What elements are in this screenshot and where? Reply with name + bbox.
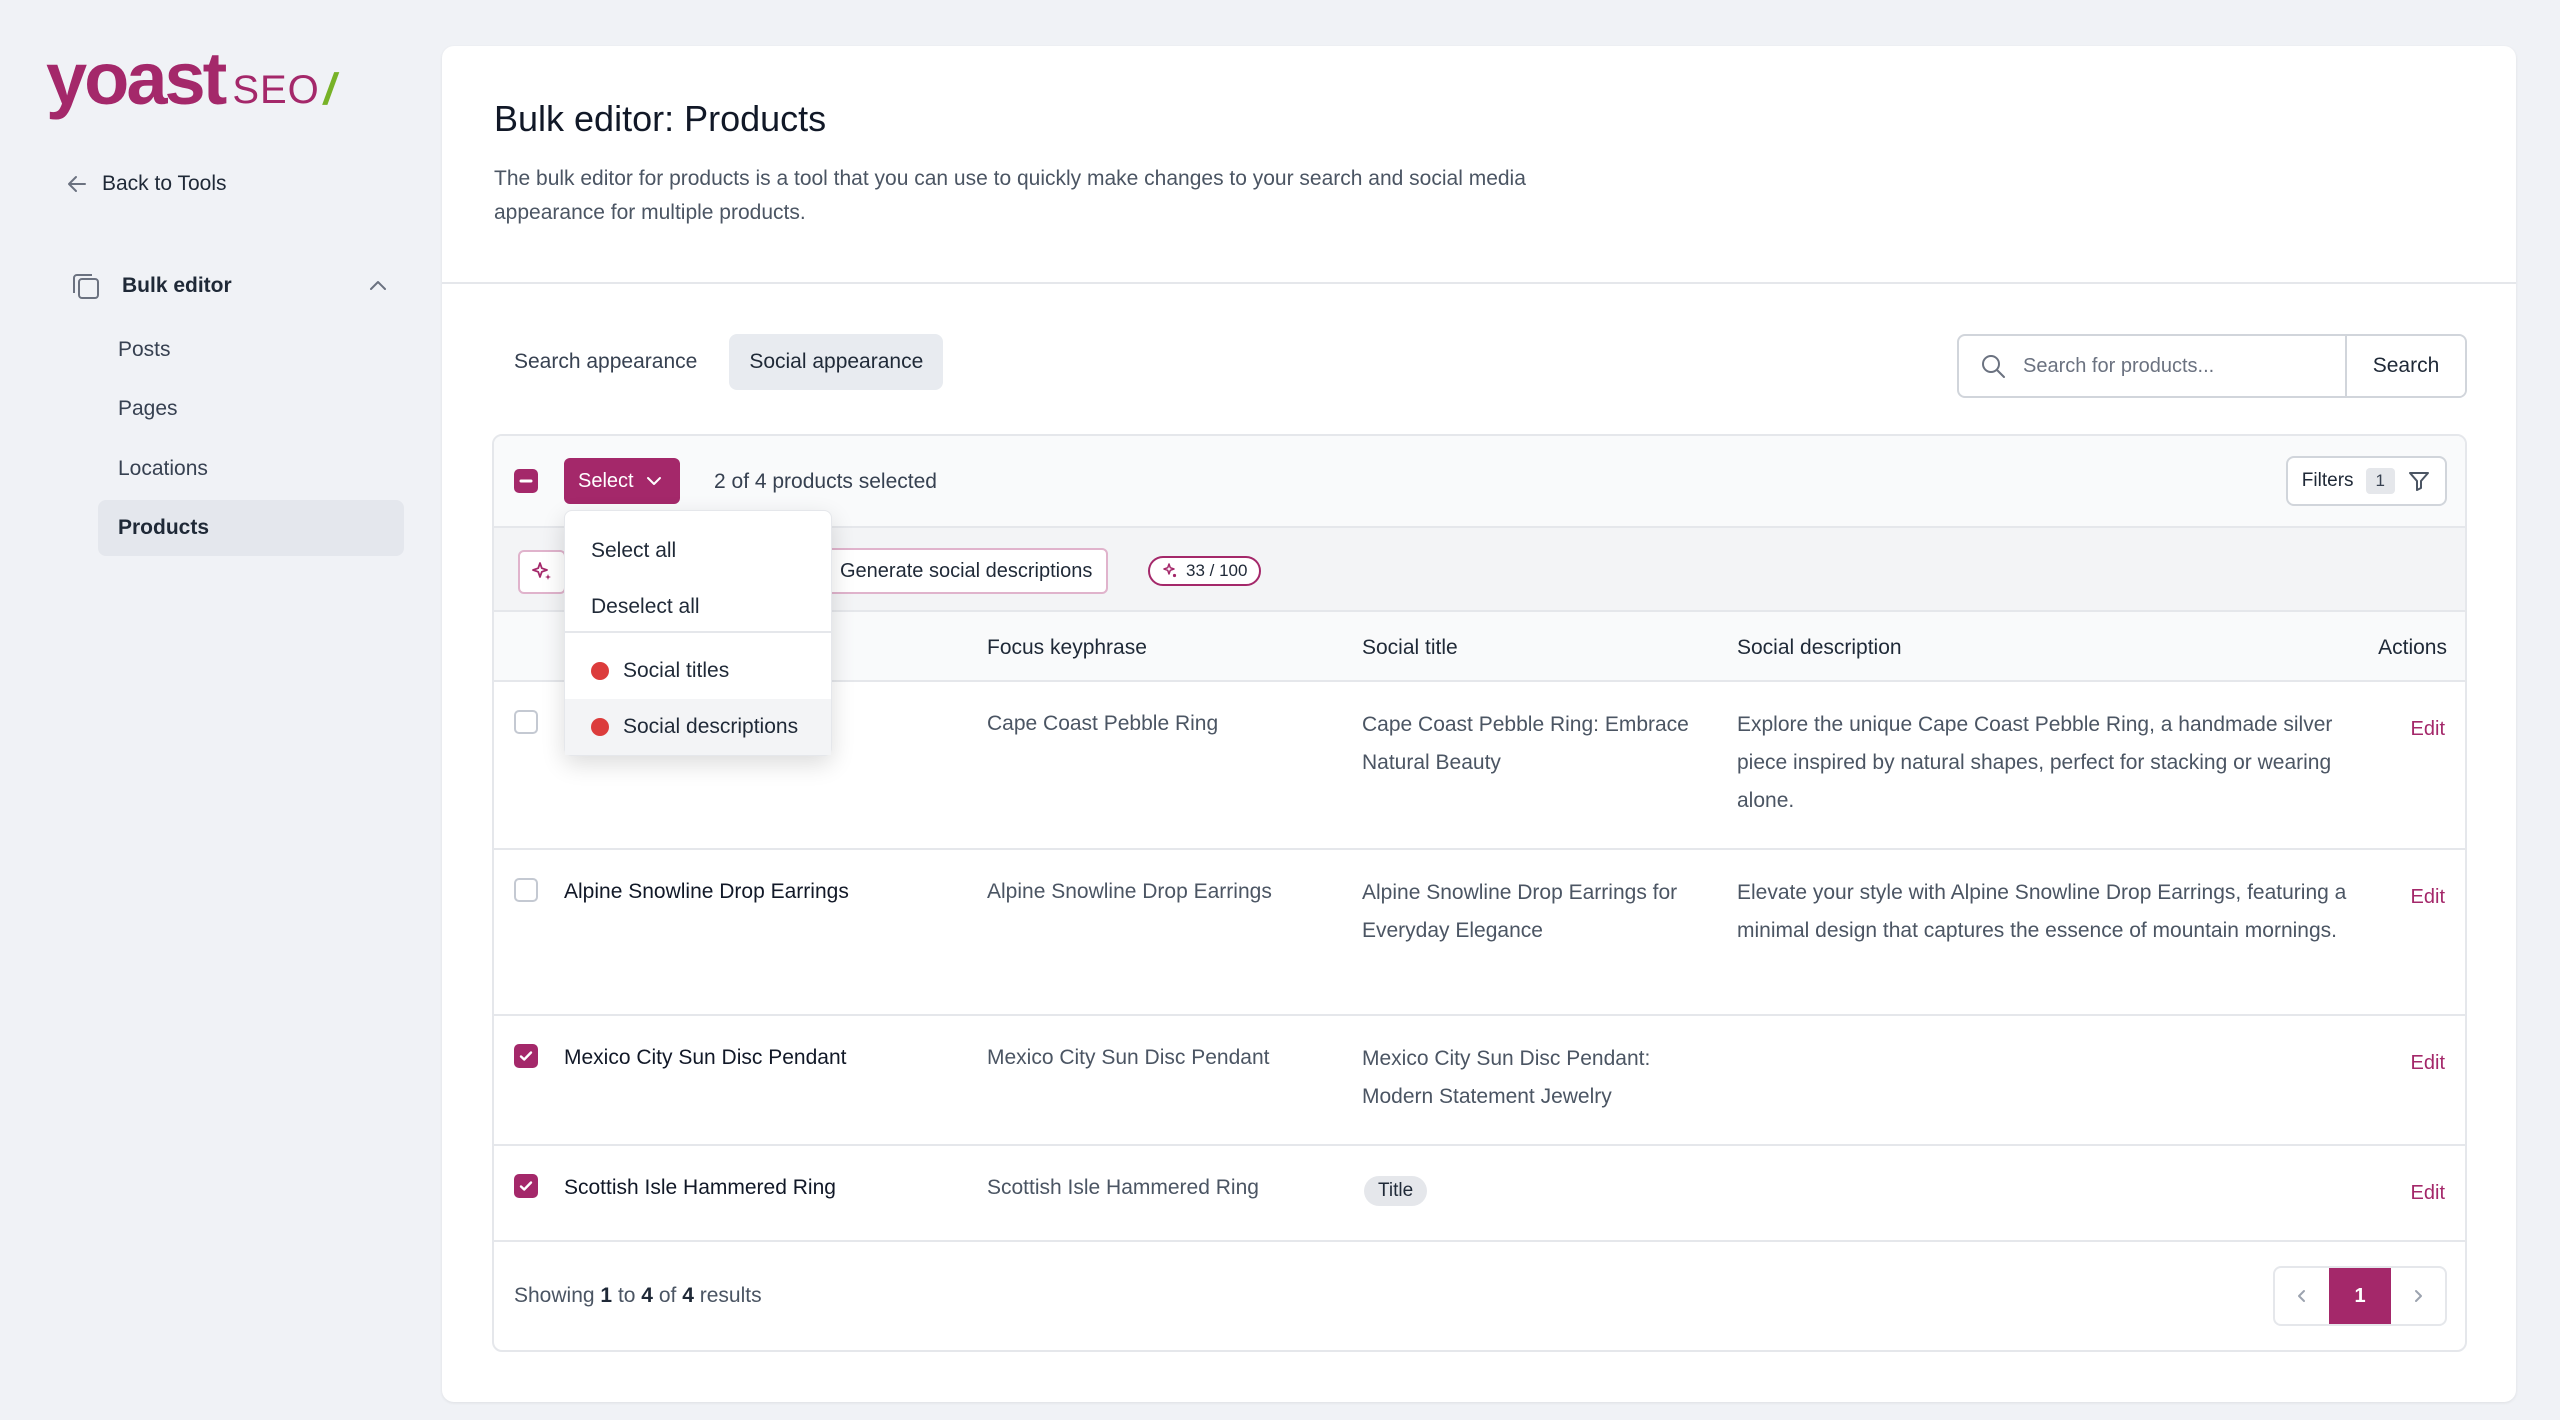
logo-slash: / — [319, 65, 341, 114]
previous-page-button[interactable] — [2275, 1268, 2329, 1324]
filter-icon — [2407, 469, 2431, 493]
search-icon — [1979, 352, 2007, 380]
menu-divider — [565, 631, 831, 633]
filters-button[interactable]: Filters 1 — [2285, 456, 2447, 506]
select-dropdown-button[interactable]: Select — [564, 458, 680, 504]
edit-link[interactable]: Edit — [2411, 718, 2445, 741]
copy-icon — [70, 270, 102, 302]
results-summary: Showing 1 to 4 of 4 results — [514, 1284, 762, 1308]
select-all-checkbox[interactable] — [514, 469, 538, 493]
menu-item-select-all[interactable]: Select all — [565, 523, 831, 579]
status-dot-icon — [591, 718, 609, 736]
results-showing-label: Showing — [514, 1284, 595, 1307]
social-description: Explore the unique Cape Coast Pebble Rin… — [1737, 713, 2333, 812]
menu-item-social-titles[interactable]: Social titles — [565, 643, 831, 699]
results-from: 1 — [600, 1284, 613, 1307]
page-title: Bulk editor: Products — [494, 98, 827, 139]
focus-keyphrase: Mexico City Sun Disc Pendant — [987, 1046, 1270, 1069]
row-checkbox[interactable] — [514, 878, 538, 902]
filters-label: Filters — [2301, 470, 2354, 491]
row-checkbox[interactable] — [514, 710, 538, 734]
edit-link[interactable]: Edit — [2411, 1182, 2445, 1205]
social-title: Mexico City Sun Disc Pendant: Modern Sta… — [1362, 1047, 1651, 1108]
sidebar-item-pages[interactable]: Pages — [98, 381, 404, 437]
product-name: Scottish Isle Hammered Ring — [564, 1176, 836, 1199]
page-description: The bulk editor for products is a tool t… — [494, 167, 1526, 224]
menu-item-social-descriptions[interactable]: Social descriptions — [565, 699, 831, 755]
menu-item-label: Social descriptions — [623, 715, 799, 738]
focus-keyphrase: Alpine Snowline Drop Earrings — [987, 880, 1272, 903]
sparkles-icon — [531, 561, 553, 583]
menu-item-label: Deselect all — [591, 595, 700, 618]
menu-item-label: Social titles — [623, 659, 730, 682]
chevron-down-icon — [644, 471, 664, 491]
social-description: Elevate your style with Alpine Snowline … — [1737, 881, 2347, 942]
select-button-label: Select — [578, 469, 634, 492]
social-title: Alpine Snowline Drop Earrings for Everyd… — [1362, 881, 1678, 942]
chevron-left-icon — [2293, 1287, 2311, 1305]
sidebar-group-bulk-editor[interactable]: Bulk editor — [70, 266, 390, 306]
table-row: Alpine Snowline Drop Earrings Alpine Sno… — [494, 850, 2465, 1016]
column-social-description: Social description — [1737, 636, 1902, 659]
back-to-tools-link[interactable]: Back to Tools — [66, 172, 227, 196]
yoast-seo-logo: yoast SEO / — [46, 37, 341, 120]
column-actions: Actions — [2378, 636, 2447, 659]
product-name: Alpine Snowline Drop Earrings — [564, 880, 849, 903]
menu-item-label: Select all — [591, 539, 677, 562]
logo-seo: SEO — [232, 68, 320, 112]
results-label: results — [699, 1284, 762, 1307]
table-row: Mexico City Sun Disc Pendant Mexico City… — [494, 1016, 2465, 1146]
select-dropdown-menu: Select all Deselect all Social titles So… — [564, 510, 832, 756]
results-to-label: to — [617, 1284, 636, 1307]
header-divider — [442, 282, 2516, 284]
chevron-up-icon[interactable] — [366, 274, 390, 298]
search-input-wrap — [1959, 336, 2345, 396]
results-to: 4 — [641, 1284, 653, 1307]
ai-generate-titles-button[interactable] — [518, 550, 566, 594]
chevron-right-icon — [2409, 1287, 2427, 1305]
sidebar-group-label: Bulk editor — [122, 274, 232, 297]
logo-wordmark: yoast — [46, 37, 227, 120]
ai-usage-value: 33 / 100 — [1186, 561, 1248, 580]
arrow-left-icon — [66, 173, 88, 195]
search-button[interactable]: Search — [2345, 336, 2465, 396]
results-of-label: of — [658, 1284, 677, 1307]
results-total: 4 — [682, 1284, 694, 1307]
generate-button-label: Generate social descriptions — [840, 559, 1093, 582]
edit-link[interactable]: Edit — [2411, 1052, 2445, 1075]
tab-search-appearance[interactable]: Search appearance — [494, 334, 717, 390]
focus-keyphrase: Scottish Isle Hammered Ring — [987, 1176, 1259, 1199]
focus-keyphrase: Cape Coast Pebble Ring — [987, 712, 1219, 735]
next-page-button[interactable] — [2391, 1268, 2445, 1324]
table-row: Scottish Isle Hammered Ring Scottish Isl… — [494, 1146, 2465, 1242]
filters-count-badge: 1 — [2365, 468, 2395, 494]
row-checkbox[interactable] — [514, 1044, 538, 1068]
menu-item-deselect-all[interactable]: Deselect all — [565, 579, 831, 635]
page-button-current[interactable]: 1 — [2329, 1268, 2391, 1324]
sidebar-item-locations[interactable]: Locations — [98, 441, 404, 497]
row-checkbox[interactable] — [514, 1174, 538, 1198]
search-input[interactable] — [2021, 353, 2321, 379]
sidebar-item-posts[interactable]: Posts — [98, 322, 404, 378]
product-name: Mexico City Sun Disc Pendant — [564, 1046, 847, 1069]
column-social-title: Social title — [1362, 636, 1458, 659]
sidebar-item-products[interactable]: Products — [98, 500, 404, 556]
search-box: Search — [1957, 334, 2467, 398]
social-title-placeholder-pill: Title — [1364, 1176, 1428, 1206]
social-title: Cape Coast Pebble Ring: Embrace Natural … — [1362, 713, 1689, 774]
generate-social-descriptions-button[interactable]: Generate social descriptions — [794, 548, 1109, 594]
tab-social-appearance[interactable]: Social appearance — [729, 334, 944, 390]
appearance-tabs: Search appearance Social appearance — [494, 334, 944, 390]
ai-usage-badge: 33 / 100 — [1148, 556, 1262, 586]
column-focus-keyphrase: Focus keyphrase — [987, 636, 1147, 659]
back-to-tools-label: Back to Tools — [102, 172, 227, 195]
sparkles-icon — [1162, 563, 1178, 579]
status-dot-icon — [591, 662, 609, 680]
pagination: 1 — [2273, 1266, 2447, 1326]
selected-count: 2 of 4 products selected — [714, 470, 937, 493]
edit-link[interactable]: Edit — [2411, 886, 2445, 909]
